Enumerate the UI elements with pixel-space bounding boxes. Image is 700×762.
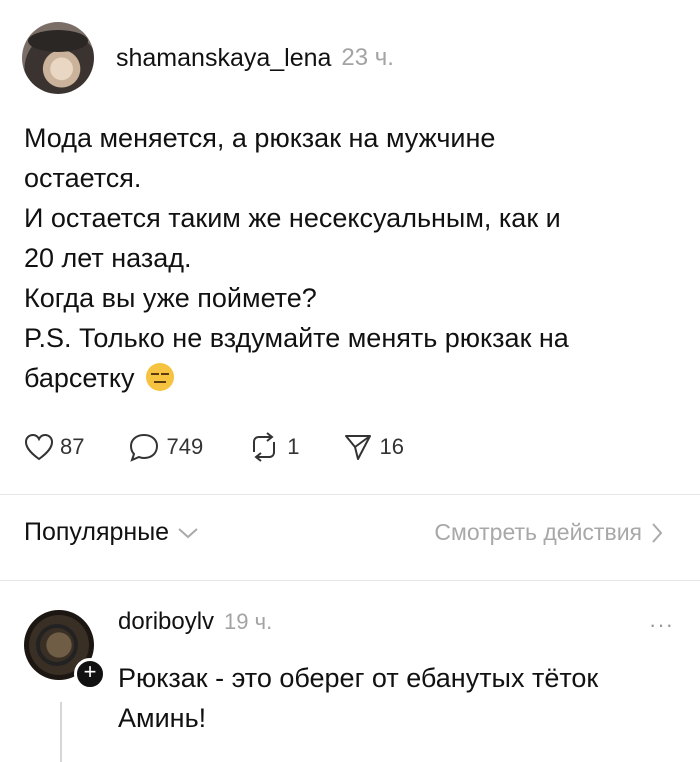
sort-dropdown[interactable]: Популярные [24,518,199,547]
post-line: Когда вы уже поймете? [24,283,317,313]
divider [0,580,700,581]
comment-header: doriboylv 19 ч. [118,608,272,636]
avatar[interactable] [22,22,94,94]
more-options-icon[interactable]: ··· [649,612,674,638]
divider [0,494,700,495]
thread-line [60,702,62,762]
post-time: 23 ч. [341,44,394,71]
comment-line: Аминь! [118,703,207,733]
repost-icon [253,432,276,462]
post-line: 20 лет назад. [24,243,192,273]
comment-time: 19 ч. [224,609,273,634]
view-activity-link[interactable]: Смотреть действия [434,519,664,546]
expressionless-face-emoji [146,363,174,391]
post-line: барсетку [24,363,135,393]
chevron-right-icon [652,522,663,543]
comment-line: Рюкзак - это оберег от ебанутых тёток [118,663,599,693]
comment-button[interactable]: 749 [128,432,203,462]
repost-count: 1 [287,434,300,459]
post-line: И остается таким же несексуальным, как и [24,203,561,233]
heart-icon [24,433,54,461]
comment-count: 749 [166,434,204,459]
comment-bubble-icon [130,433,159,462]
post-line: Мода меняется, а рюкзак на мужчине [24,123,496,153]
comments-filter-row: Популярные Смотреть действия [24,518,664,547]
chevron-down-icon [178,527,198,538]
post-text: Мода меняется, а рюкзак на мужчине остае… [24,118,664,398]
like-count: 87 [60,434,85,459]
comment-text: Рюкзак - это оберег от ебанутых тёток Ам… [118,658,678,738]
post-line-last: барсетку [24,358,664,398]
share-count: 16 [379,434,404,459]
post-line: P.S. Только не вздумайте менять рюкзак н… [24,323,569,353]
post-username[interactable]: shamanskaya_lena [116,44,331,73]
like-button[interactable]: 87 [24,433,84,461]
action-bar: 87 749 1 16 [24,432,448,462]
share-button[interactable]: 16 [343,432,404,462]
post-line: остается. [24,163,142,193]
post-header: shamanskaya_lena 23 ч. [22,20,394,96]
comment-username[interactable]: doriboylv [118,608,214,636]
follow-plus-icon[interactable]: + [74,658,106,690]
view-activity-label: Смотреть действия [434,519,642,545]
sort-label: Популярные [24,518,170,546]
send-icon [345,435,372,460]
repost-button[interactable]: 1 [247,432,299,462]
